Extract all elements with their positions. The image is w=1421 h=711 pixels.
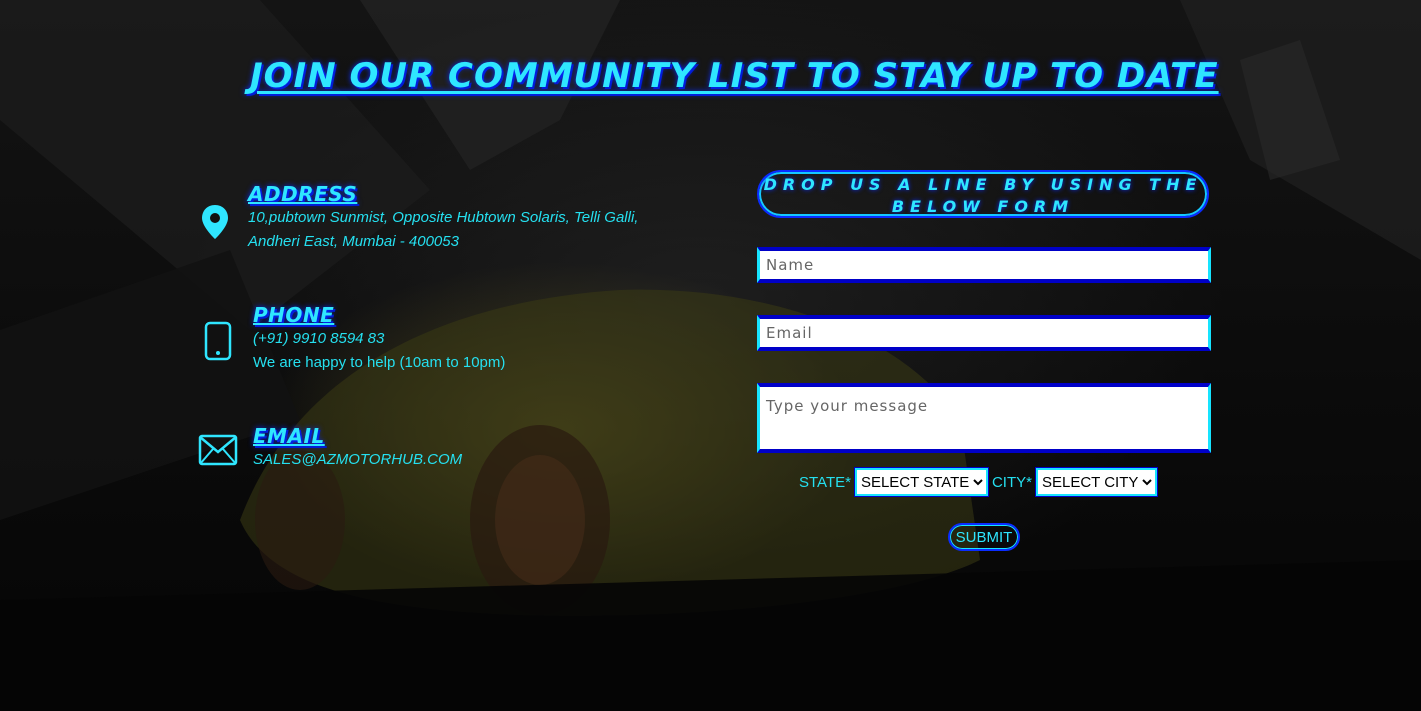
message-textarea[interactable] (757, 383, 1211, 453)
state-label: STATE* (799, 473, 851, 491)
name-input[interactable] (757, 247, 1211, 283)
envelope-icon (198, 434, 238, 470)
form-heading: DROP US A LINE BY USING THE BELOW FORM (757, 170, 1209, 218)
email-input[interactable] (757, 315, 1211, 351)
email-block: EMAIL SALES@AZMOTORHUB.COM (198, 424, 678, 484)
submit-button[interactable]: SUBMIT (948, 523, 1020, 551)
address-line-1: 10,pubtown Sunmist, Opposite Hubtown Sol… (248, 209, 639, 226)
city-label: CITY* (991, 473, 1032, 491)
page-title: JOIN OUR COMMUNITY LIST TO STAY UP TO DA… (250, 56, 1219, 96)
phone-number: (+91) 9910 8594 83 (253, 330, 385, 347)
phone-heading: PHONE (253, 303, 335, 327)
location-row: STATE* SELECT STATE CITY* SELECT CITY (799, 467, 1158, 497)
email-address[interactable]: SALES@AZMOTORHUB.COM (253, 448, 462, 472)
phone-icon (204, 321, 232, 365)
phone-block: PHONE (+91) 9910 8594 83 We are happy to… (198, 303, 678, 383)
map-pin-icon (200, 204, 230, 244)
state-select[interactable]: SELECT STATE (853, 467, 989, 497)
email-heading: EMAIL (253, 424, 325, 448)
address-heading: ADDRESS (248, 182, 358, 206)
city-select[interactable]: SELECT CITY (1034, 467, 1158, 497)
address-block: ADDRESS 10,pubtown Sunmist, Opposite Hub… (198, 182, 678, 262)
address-line-2: Andheri East, Mumbai - 400053 (248, 233, 459, 250)
phone-hours: We are happy to help (10am to 10pm) (253, 354, 506, 371)
